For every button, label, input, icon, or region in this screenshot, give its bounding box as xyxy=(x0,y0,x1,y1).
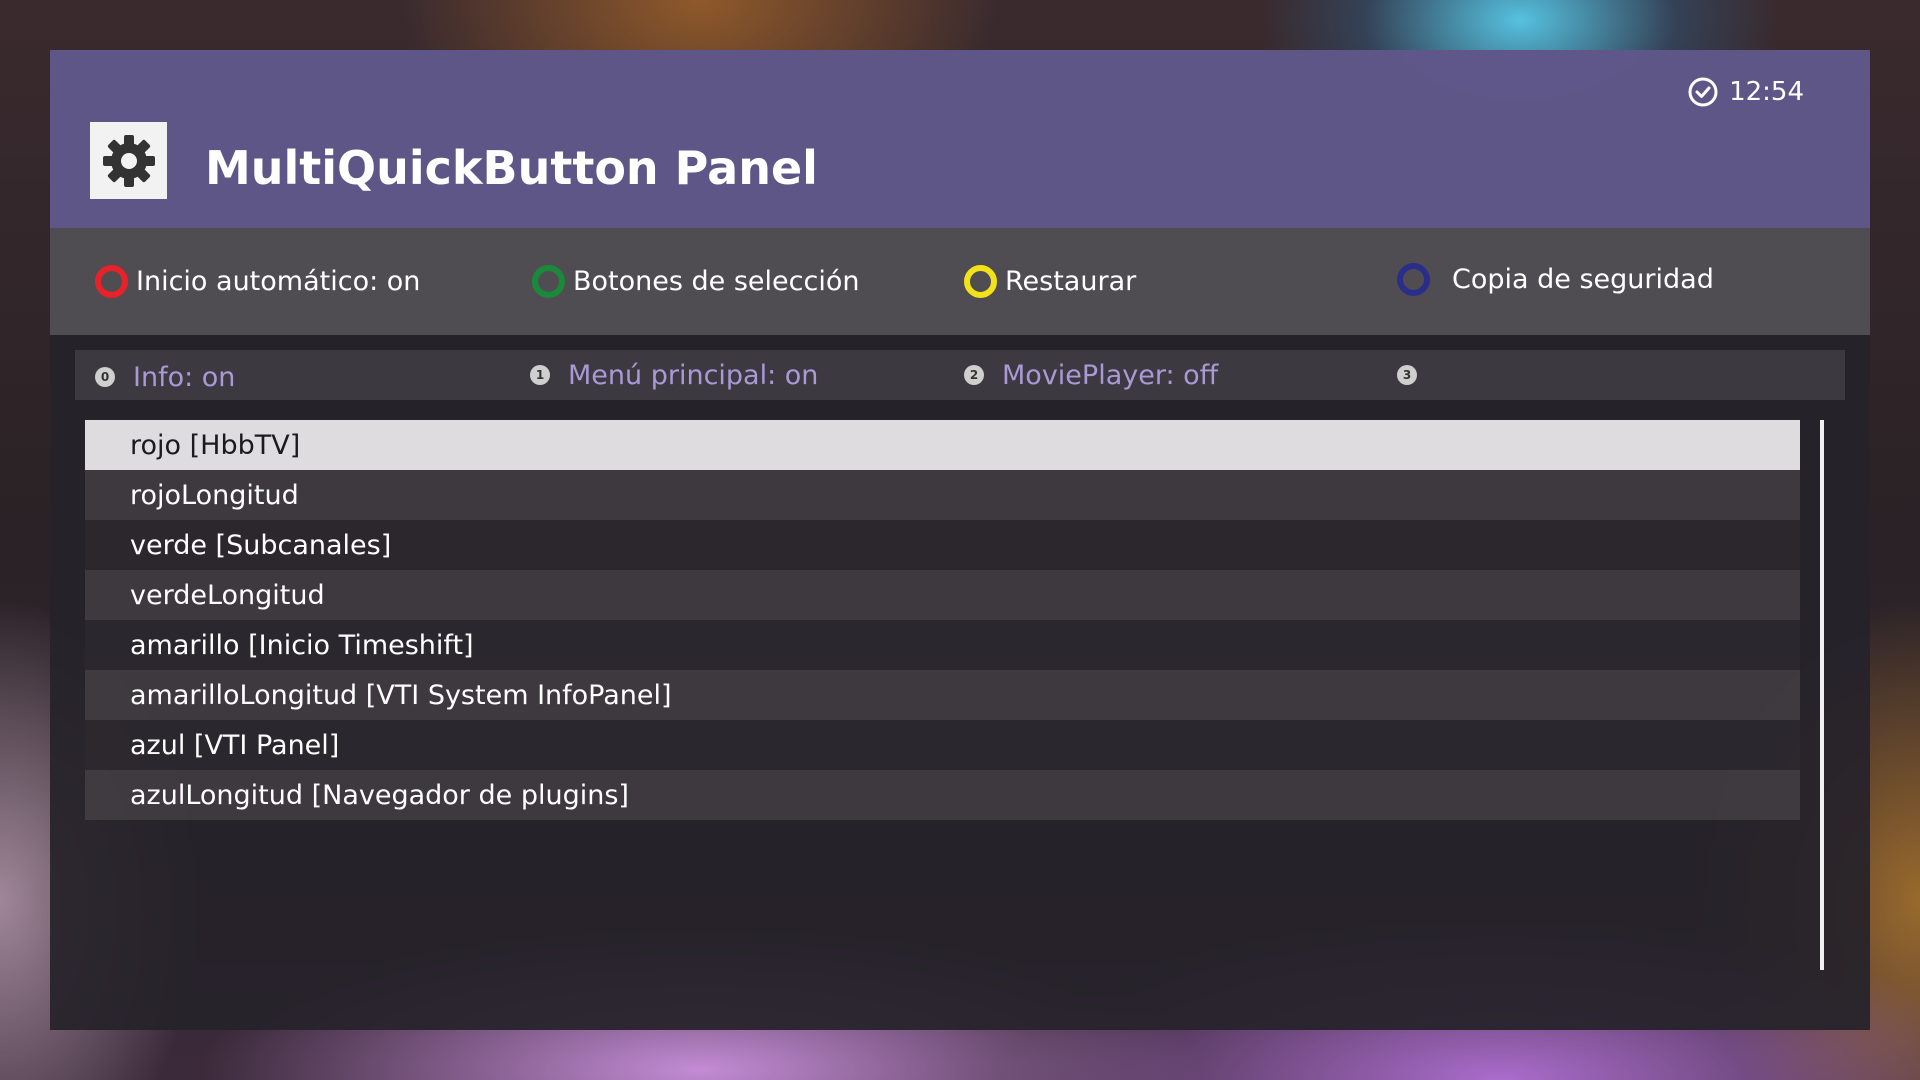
green-button-label: Botones de selección xyxy=(573,266,860,297)
clock-time: 12:54 xyxy=(1729,77,1804,107)
button-assignment-list: rojo [HbbTV] rojoLongitud verde [Subcana… xyxy=(85,420,1800,820)
main-panel: MultiQuickButton Panel 12:54 Inicio auto… xyxy=(50,50,1870,1030)
red-button[interactable]: Inicio automático: on xyxy=(95,228,420,335)
number-button-0[interactable]: 0 Info: on xyxy=(95,352,235,402)
number-button-2-label: MoviePlayer: off xyxy=(1002,359,1219,391)
page-title: MultiQuickButton Panel xyxy=(205,141,818,195)
green-button[interactable]: Botones de selección xyxy=(532,228,859,335)
list-item-label: rojo [HbbTV] xyxy=(130,429,301,461)
list-item-label: amarillo [Inicio Timeshift] xyxy=(130,629,474,661)
list-item[interactable]: rojo [HbbTV] xyxy=(85,420,1800,470)
number-button-3[interactable]: 3 xyxy=(1397,350,1435,400)
key-3-icon: 3 xyxy=(1397,365,1417,385)
list-item-label: rojoLongitud xyxy=(130,479,299,511)
list-item-label: verdeLongitud xyxy=(130,579,325,611)
green-button-icon xyxy=(532,265,565,298)
red-button-icon xyxy=(95,265,128,298)
list-item[interactable]: amarilloLongitud [VTI System InfoPanel] xyxy=(85,670,1800,720)
yellow-button-icon xyxy=(964,265,997,298)
yellow-button[interactable]: Restaurar xyxy=(964,228,1136,335)
list-item[interactable]: amarillo [Inicio Timeshift] xyxy=(85,620,1800,670)
blue-button-icon xyxy=(1397,263,1430,296)
red-button-label: Inicio automático: on xyxy=(136,266,421,297)
list-item[interactable]: verde [Subcanales] xyxy=(85,520,1800,570)
number-button-bar: 0 Info: on 1 Menú principal: on 2 MovieP… xyxy=(75,350,1845,400)
list-item[interactable]: azulLongitud [Navegador de plugins] xyxy=(85,770,1800,820)
color-button-bar: Inicio automático: on Botones de selecci… xyxy=(50,228,1870,335)
yellow-button-label: Restaurar xyxy=(1005,266,1137,297)
list-item[interactable]: rojoLongitud xyxy=(85,470,1800,520)
number-button-1[interactable]: 1 Menú principal: on xyxy=(530,350,818,400)
gear-icon xyxy=(90,122,167,199)
list-item[interactable]: azul [VTI Panel] xyxy=(85,720,1800,770)
clock: 12:54 xyxy=(1687,70,1804,114)
key-2-icon: 2 xyxy=(964,365,984,385)
key-0-icon: 0 xyxy=(95,367,115,387)
key-1-icon: 1 xyxy=(530,365,550,385)
list-item-label: amarilloLongitud [VTI System InfoPanel] xyxy=(130,679,672,711)
number-button-2[interactable]: 2 MoviePlayer: off xyxy=(964,350,1218,400)
list-item-label: verde [Subcanales] xyxy=(130,529,392,561)
list-item-label: azulLongitud [Navegador de plugins] xyxy=(130,779,629,811)
number-button-1-label: Menú principal: on xyxy=(568,359,819,391)
list-item-label: azul [VTI Panel] xyxy=(130,729,340,761)
blue-button[interactable]: Copia de seguridad xyxy=(1397,226,1714,333)
clock-icon xyxy=(1688,77,1718,107)
blue-button-label: Copia de seguridad xyxy=(1452,264,1714,295)
list-scrollbar[interactable] xyxy=(1820,420,1824,970)
header-bar: MultiQuickButton Panel 12:54 xyxy=(50,50,1870,228)
number-button-0-label: Info: on xyxy=(133,361,236,393)
list-item[interactable]: verdeLongitud xyxy=(85,570,1800,620)
